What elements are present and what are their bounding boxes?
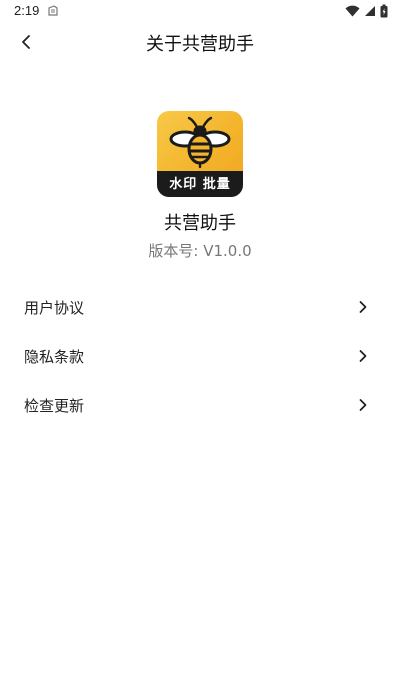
chevron-right-icon [359, 350, 367, 362]
menu-item-label: 隐私条款 [24, 348, 85, 366]
status-time: 2:19 [14, 3, 40, 18]
menu-item-label: 用户协议 [24, 299, 85, 317]
status-bar: 2:19 [0, 0, 400, 24]
wifi-icon [345, 5, 360, 17]
signal-icon [365, 6, 375, 16]
app-icon-banner-text: 水印 批量 [169, 176, 231, 192]
app-icon: 水印 批量 [157, 111, 243, 197]
menu-item-check-update[interactable]: 检查更新 [0, 381, 400, 430]
menu-list: 用户协议 隐私条款 检查更新 [0, 283, 400, 430]
app-icon-banner: 水印 批量 [157, 171, 243, 197]
notification-icon [48, 5, 58, 16]
menu-item-privacy-policy[interactable]: 隐私条款 [0, 332, 400, 381]
status-icons [345, 4, 388, 18]
about-screen: 2:19 关于共营助手 水印 批量 共营助手 版本号: V1.0.0 用户协议 … [0, 0, 400, 700]
app-bar: 关于共营助手 [0, 24, 400, 60]
page-title: 关于共营助手 [146, 34, 254, 55]
battery-icon [380, 4, 388, 18]
app-version: 版本号: V1.0.0 [148, 242, 252, 260]
chevron-right-icon [359, 301, 367, 313]
app-name: 共营助手 [164, 213, 236, 234]
chevron-right-icon [359, 399, 367, 411]
menu-item-label: 检查更新 [24, 397, 85, 415]
menu-item-user-agreement[interactable]: 用户协议 [0, 283, 400, 332]
